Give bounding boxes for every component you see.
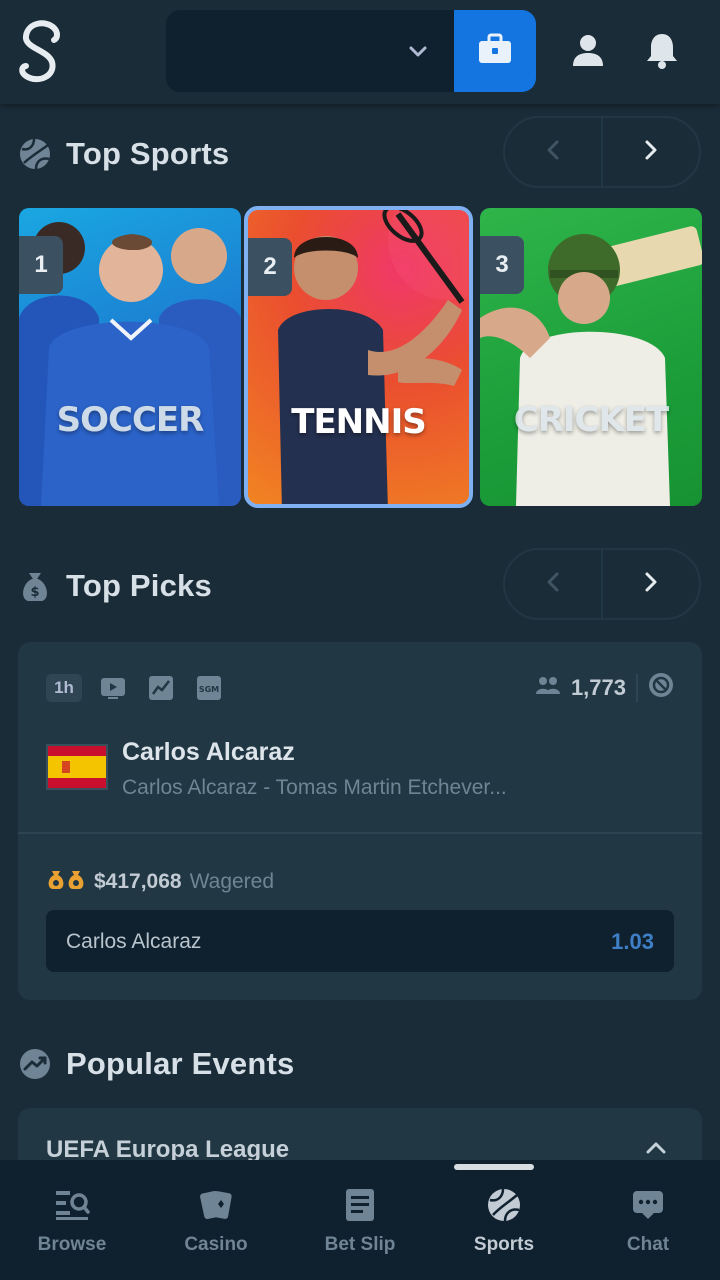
bettors-count-group: 1,773 <box>535 672 674 703</box>
wallet-icon <box>477 33 513 70</box>
sport-label: SOCCER <box>56 400 205 440</box>
nav-chat[interactable]: Chat <box>576 1160 720 1280</box>
svg-text:SGM: SGM <box>199 685 219 694</box>
outcome-name: Carlos Alcaraz <box>66 930 202 953</box>
top-picks-header: $ Top Picks <box>18 556 212 616</box>
sgm-icon: SGM <box>192 674 226 702</box>
top-header <box>0 0 720 104</box>
section-title: Top Sports <box>66 136 230 171</box>
nav-browse[interactable]: Browse <box>0 1160 144 1280</box>
pick-player-name[interactable]: Carlos Alcaraz <box>122 738 295 767</box>
browse-icon <box>53 1186 91 1224</box>
rank-badge: 1 <box>19 236 63 294</box>
pick-match-name[interactable]: Carlos Alcaraz - Tomas Martin Etchever..… <box>122 776 507 800</box>
nav-label: Bet Slip <box>324 1234 396 1255</box>
sports-ball-icon <box>18 137 52 171</box>
previous-button[interactable] <box>505 118 601 186</box>
chevron-right-icon <box>641 138 661 167</box>
pick-meta: 1h SGM <box>46 674 226 702</box>
wallet-balance-select[interactable] <box>166 10 456 92</box>
outcome-button[interactable]: Carlos Alcaraz 1.03 <box>46 910 674 972</box>
sport-card-cricket[interactable]: 3 CRICKET <box>480 208 702 506</box>
nav-bet-slip[interactable]: Bet Slip <box>288 1160 432 1280</box>
chat-icon <box>629 1186 667 1224</box>
wagered-info: $417,068 Wagered <box>46 868 274 895</box>
bottom-navigation: Browse Casino Bet Slip Sports Chat <box>0 1160 720 1280</box>
svg-text:$: $ <box>30 585 39 600</box>
sport-label: CRICKET <box>513 400 670 440</box>
trending-icon <box>18 1047 52 1081</box>
stats-icon <box>144 674 178 702</box>
rank-badge: 3 <box>480 236 524 294</box>
section-title: Top Picks <box>66 568 212 603</box>
casino-icon <box>197 1186 235 1224</box>
cash-out-icon <box>648 672 674 703</box>
section-title: Popular Events <box>66 1046 295 1081</box>
nav-label: Browse <box>37 1234 107 1255</box>
next-button[interactable] <box>603 550 699 618</box>
bet-slip-icon <box>341 1186 379 1224</box>
notifications-button[interactable] <box>640 30 684 74</box>
wagered-label: Wagered <box>189 869 275 893</box>
top-sports-nav <box>503 116 701 188</box>
nav-casino[interactable]: Casino <box>144 1160 288 1280</box>
nav-sports[interactable]: Sports <box>432 1160 576 1280</box>
user-button[interactable] <box>566 30 610 74</box>
sports-icon <box>485 1186 523 1224</box>
chevron-down-icon <box>406 40 430 64</box>
bettors-count: 1,773 <box>570 674 626 700</box>
previous-button[interactable] <box>505 550 601 618</box>
time-badge: 1h <box>46 674 82 702</box>
chevron-right-icon <box>641 570 661 599</box>
sport-card-soccer[interactable]: 1 SOCCER <box>19 208 241 506</box>
top-pick-card[interactable]: 1h SGM 1,773 Carlos Alcaraz Carlos Alcar… <box>18 642 702 1000</box>
live-stream-icon <box>96 674 130 702</box>
top-sports-header: Top Sports <box>18 124 229 184</box>
popular-events-header: Popular Events <box>18 1034 294 1094</box>
nav-label: Chat <box>626 1234 670 1255</box>
money-bags-icon <box>46 868 86 895</box>
stake-logo[interactable] <box>14 12 68 92</box>
next-button[interactable] <box>603 118 699 186</box>
users-icon <box>535 674 561 701</box>
wallet-button[interactable] <box>454 10 536 92</box>
sport-label: TENNIS <box>291 402 426 442</box>
divider <box>636 673 638 702</box>
chevron-left-icon <box>543 570 563 599</box>
divider <box>18 832 702 834</box>
wagered-amount: $417,068 <box>94 869 182 893</box>
sport-card-tennis[interactable]: 2 TENNIS <box>244 206 473 508</box>
nav-label: Sports <box>473 1234 535 1255</box>
rank-badge: 2 <box>248 238 292 296</box>
top-picks-nav <box>503 548 701 620</box>
nav-label: Casino <box>184 1234 248 1255</box>
chevron-left-icon <box>543 138 563 167</box>
money-bag-icon: $ <box>18 569 52 603</box>
user-icon <box>570 32 606 73</box>
bell-icon <box>644 31 680 74</box>
spain-flag <box>46 744 108 790</box>
outcome-odds: 1.03 <box>611 929 654 954</box>
